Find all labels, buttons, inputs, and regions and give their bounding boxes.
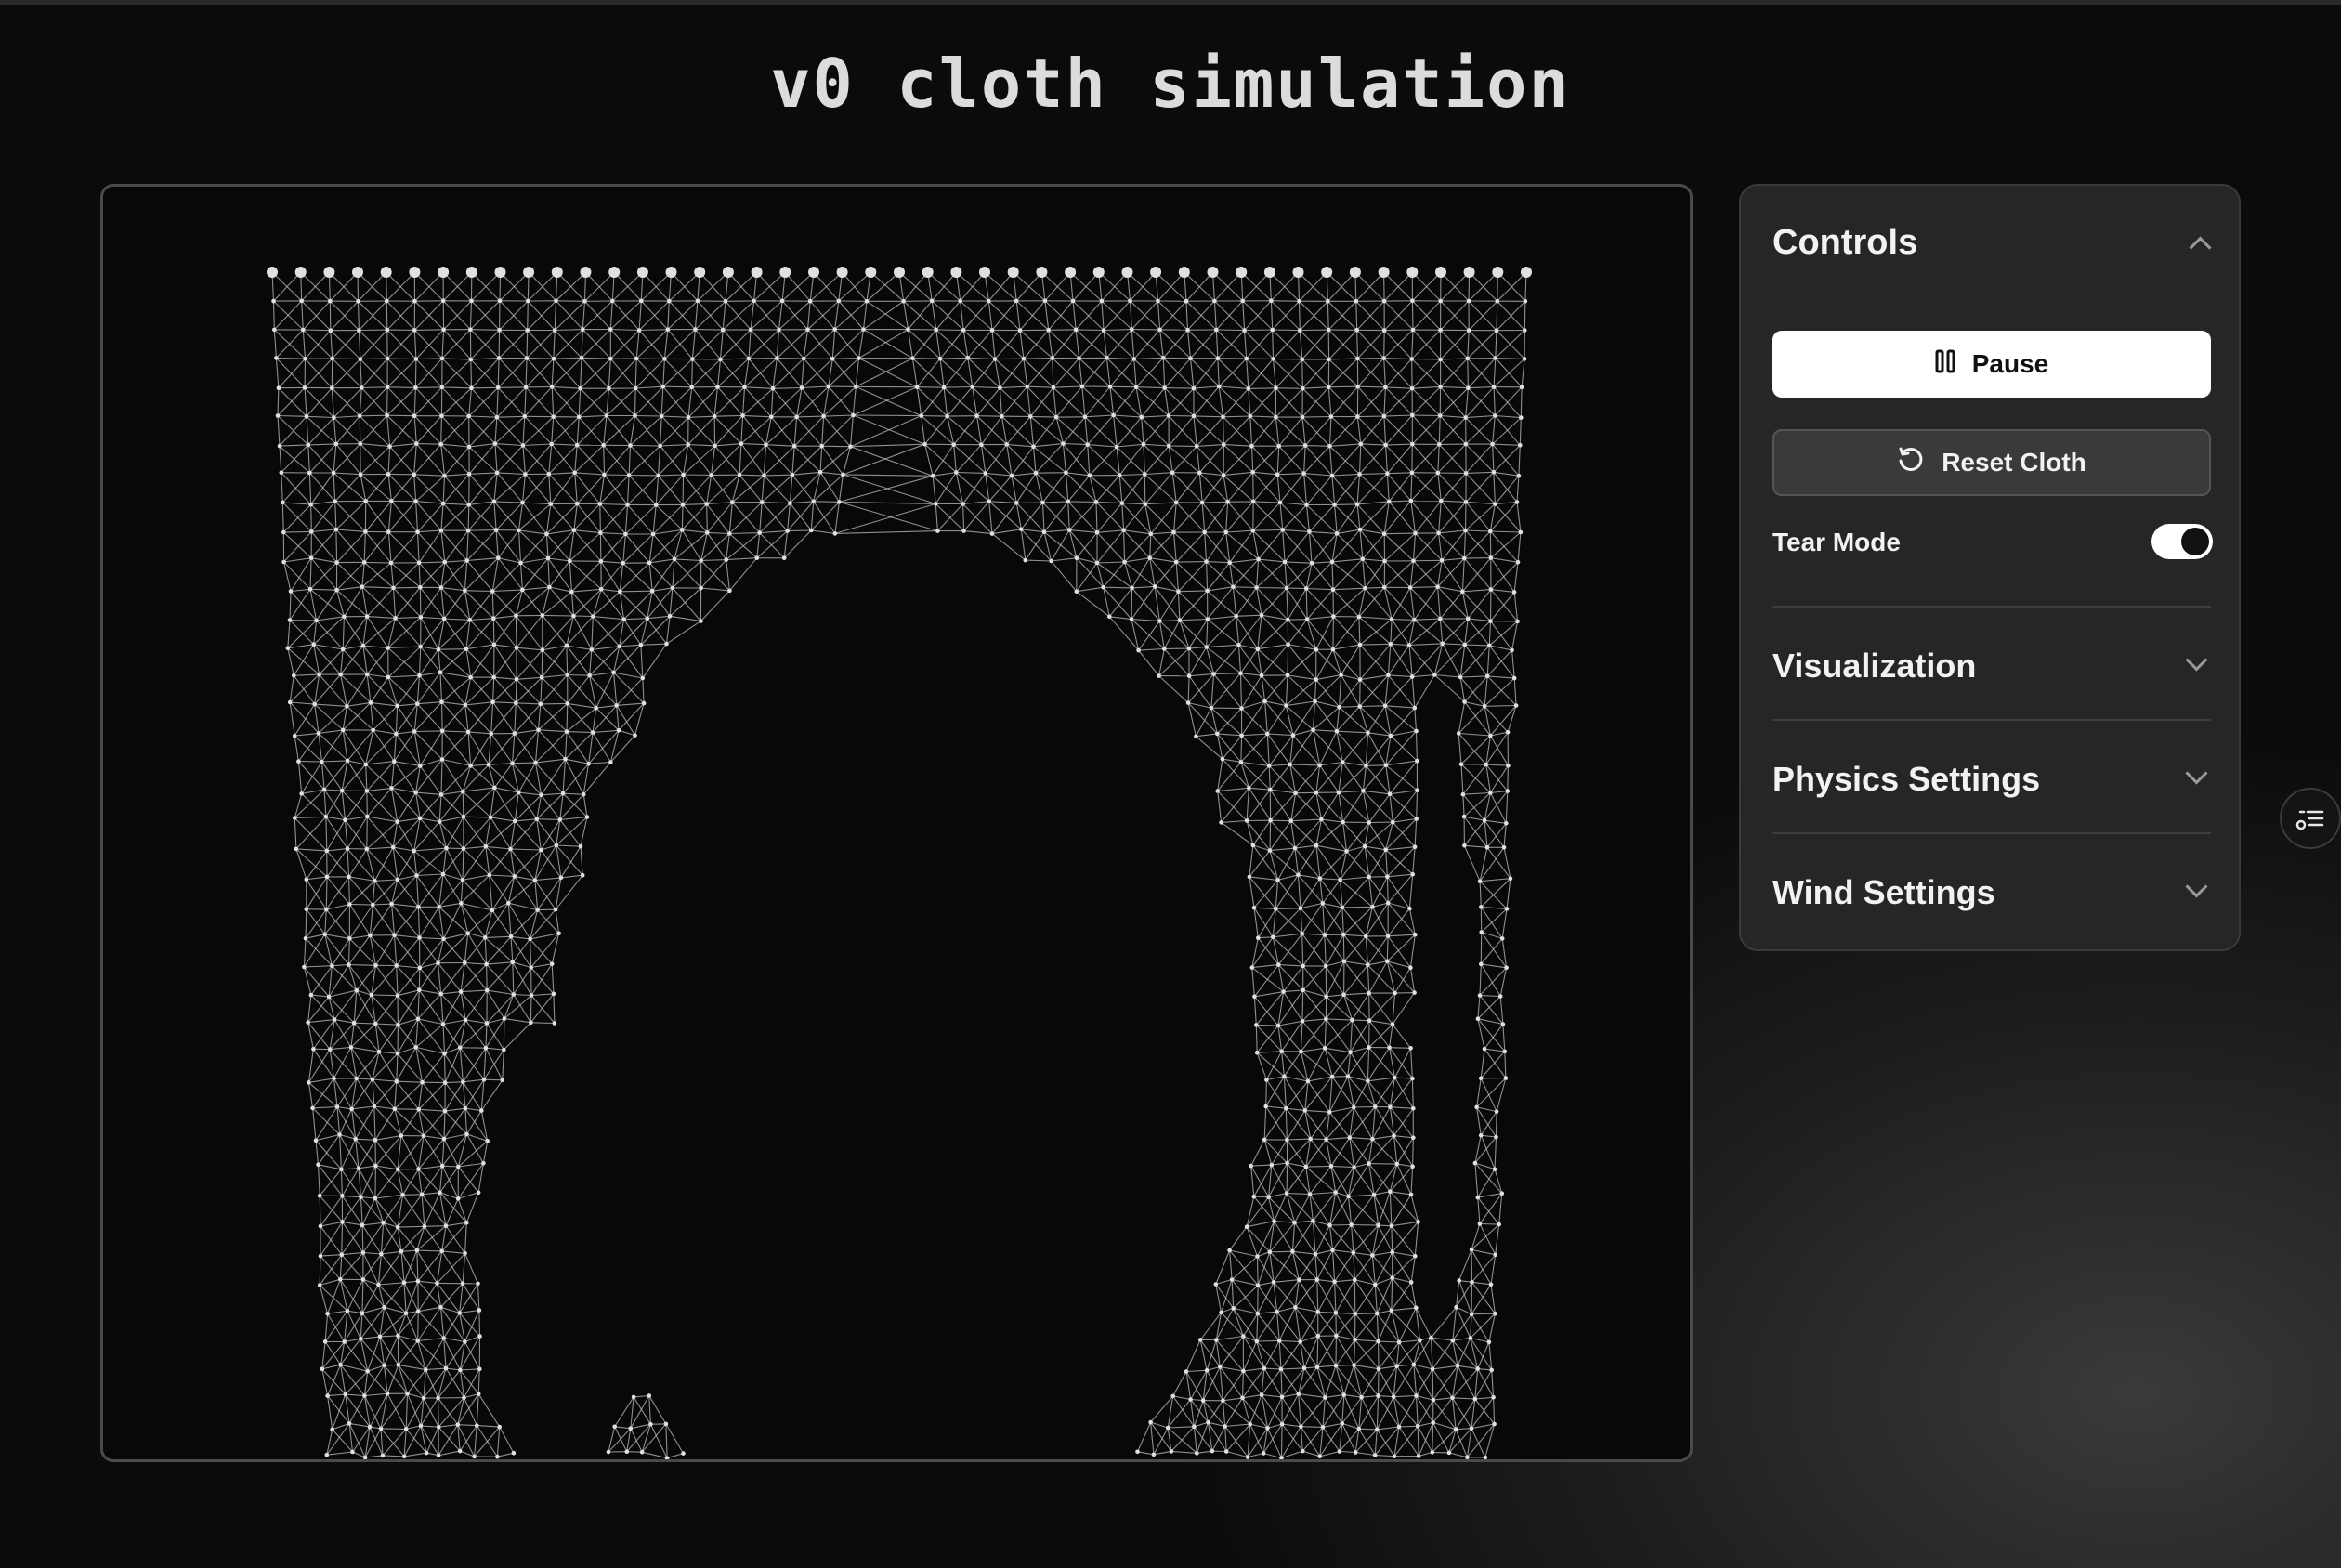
divider bbox=[1772, 832, 2211, 834]
divider bbox=[1772, 719, 2211, 721]
pause-label: Pause bbox=[1971, 349, 2049, 378]
controls-panel: Controls Pause Reset Cloth Tear Mode Vis… bbox=[1739, 184, 2241, 951]
section-label: Visualization bbox=[1772, 647, 1977, 685]
section-physics-settings[interactable]: Physics Settings bbox=[1772, 752, 2211, 808]
chevron-down-icon bbox=[2185, 648, 2208, 672]
page-title: v0 cloth simulation bbox=[770, 45, 1571, 123]
chevron-up-icon[interactable] bbox=[2189, 236, 2212, 259]
reset-label: Reset Cloth bbox=[1942, 448, 2086, 477]
mesh-links bbox=[271, 271, 1527, 1459]
chevron-down-icon bbox=[2185, 875, 2208, 898]
simulation-canvas[interactable] bbox=[100, 184, 1693, 1462]
pause-button[interactable]: Pause bbox=[1772, 331, 2211, 398]
cloth-mesh[interactable] bbox=[103, 187, 1690, 1459]
section-visualization[interactable]: Visualization bbox=[1772, 639, 2211, 695]
reset-cloth-button[interactable]: Reset Cloth bbox=[1772, 429, 2211, 496]
tear-mode-label: Tear Mode bbox=[1772, 528, 1901, 556]
section-label: Physics Settings bbox=[1772, 760, 2041, 798]
pause-icon bbox=[1935, 349, 1955, 380]
chevron-down-icon bbox=[2185, 762, 2208, 785]
floating-settings-button[interactable] bbox=[2280, 788, 2341, 849]
divider bbox=[1772, 606, 2211, 608]
section-label: Wind Settings bbox=[1772, 873, 1995, 911]
tear-mode-toggle[interactable] bbox=[2151, 524, 2213, 559]
toggle-knob bbox=[2181, 528, 2209, 555]
section-wind-settings[interactable]: Wind Settings bbox=[1772, 866, 2211, 921]
controls-title: Controls bbox=[1772, 223, 1918, 262]
top-border bbox=[0, 0, 2341, 5]
rotate-ccw-icon bbox=[1897, 446, 1925, 480]
